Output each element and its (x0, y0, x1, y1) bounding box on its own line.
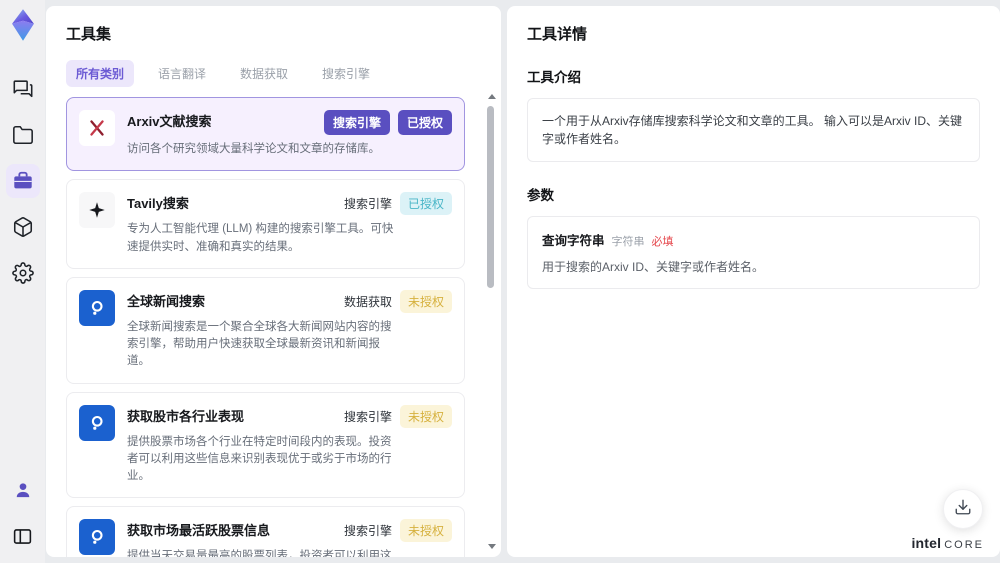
param-name: 查询字符串 (542, 234, 605, 248)
category-tabs: 所有类别 语言翻译 数据获取 搜索引擎 (66, 60, 479, 87)
tool-name: 全球新闻搜索 (127, 293, 206, 309)
nav-packages-button[interactable] (6, 210, 40, 244)
intel-core-logo: intel CORE (911, 535, 984, 551)
tool-name: Arxiv文献搜索 (127, 114, 212, 129)
tool-name: 获取股市各行业表现 (127, 408, 245, 424)
nav-panel-toggle-button[interactable] (6, 519, 40, 553)
tool-card-tavily[interactable]: Tavily搜索 搜索引擎 已授权 专为人工智能代理 (LLM) 构建的搜索引擎… (66, 179, 465, 269)
scroll-down-arrow-icon[interactable] (488, 544, 496, 549)
tool-description: 访问各个研究领域大量科学论文和文章的存储库。 (127, 143, 380, 155)
tool-description: 专为人工智能代理 (LLM) 构建的搜索引擎工具。可快速提供实时、准确和真实的结… (127, 223, 394, 253)
tool-description: 全球新闻搜索是一个聚合全球各大新闻网站内容的搜索引擎，帮助用户快速获取全球最新资… (127, 320, 392, 368)
tab-language-translation[interactable]: 语言翻译 (148, 60, 216, 87)
tool-category-label: 搜索引擎 (343, 409, 392, 424)
main-content: 工具集 所有类别 语言翻译 数据获取 搜索引擎 Arxiv文献搜索 搜索引擎 已… (45, 0, 1000, 563)
param-description: 用于搜索的Arxiv ID、关键字或作者姓名。 (542, 260, 765, 274)
param-type: 字符串 (611, 236, 645, 248)
tool-description: 提供当天交易量最高的股票列表，投资者可以利用这些信息来识别流动性强的股票和潜在的… (127, 550, 392, 557)
tool-detail-panel: 工具详情 工具介绍 一个用于从Arxiv存储库搜索科学论文和文章的工具。 输入可… (507, 6, 1000, 557)
tool-auth-badge: 已授权 (399, 192, 452, 216)
list-scrollbar (486, 94, 496, 551)
icon-rail (0, 0, 45, 563)
chat-icon (12, 78, 34, 100)
tool-auth-badge: 未授权 (399, 289, 452, 313)
sparkle-icon (79, 192, 115, 229)
tool-description: 提供股票市场各个行业在特定时间段内的表现。投资者可以利用这些信息来识别表现优于或… (127, 435, 392, 483)
tool-name: 获取市场最活跃股票信息 (127, 523, 271, 539)
download-icon (954, 498, 972, 521)
tool-card-arxiv[interactable]: Arxiv文献搜索 搜索引擎 已授权 访问各个研究领域大量科学论文和文章的存储库… (66, 97, 465, 172)
panel-toggle-icon (12, 526, 33, 547)
arxiv-logo-icon (79, 110, 115, 146)
gear-icon (11, 262, 34, 284)
news-search-app-icon (79, 289, 115, 326)
news-search-app-icon (79, 519, 115, 556)
param-box: 查询字符串 字符串 必填 用于搜索的Arxiv ID、关键字或作者姓名。 (527, 216, 980, 289)
intel-core-text: CORE (944, 539, 984, 551)
tool-list: Arxiv文献搜索 搜索引擎 已授权 访问各个研究领域大量科学论文和文章的存储库… (66, 97, 479, 557)
tool-category-badge: 搜索引擎 (323, 110, 390, 135)
user-icon (13, 480, 33, 500)
tab-all-categories[interactable]: 所有类别 (66, 60, 135, 87)
app-logo-icon (8, 8, 38, 42)
download-button[interactable] (943, 489, 983, 529)
tool-category-label: 搜索引擎 (343, 197, 392, 212)
tool-category-label: 数据获取 (343, 294, 392, 309)
intel-brand-text: intel (911, 535, 942, 551)
tool-card-global-news[interactable]: 全球新闻搜索 数据获取 未授权 全球新闻搜索是一个聚合全球各大新闻网站内容的搜索… (66, 276, 465, 384)
intro-text: 一个用于从Arxiv存储库搜索科学论文和文章的工具。 输入可以是Arxiv ID… (542, 114, 963, 146)
toolset-title: 工具集 (66, 26, 112, 43)
tool-category-label: 搜索引擎 (343, 524, 392, 539)
nav-settings-button[interactable] (6, 256, 40, 290)
tool-card-most-active-stocks[interactable]: 获取市场最活跃股票信息 搜索引擎 未授权 提供当天交易量最高的股票列表，投资者可… (66, 506, 465, 557)
package-icon (12, 216, 34, 238)
intro-box: 一个用于从Arxiv存储库搜索科学论文和文章的工具。 输入可以是Arxiv ID… (527, 98, 980, 162)
app-window: 工具集 所有类别 语言翻译 数据获取 搜索引擎 Arxiv文献搜索 搜索引擎 已… (0, 0, 1000, 563)
toolbox-icon (12, 170, 34, 192)
nav-user-button[interactable] (6, 473, 40, 507)
tool-card-sector-performance[interactable]: 获取股市各行业表现 搜索引擎 未授权 提供股票市场各个行业在特定时间段内的表现。… (66, 391, 465, 499)
param-required-flag: 必填 (651, 236, 674, 248)
tool-auth-badge: 未授权 (399, 519, 452, 543)
toolset-panel: 工具集 所有类别 语言翻译 数据获取 搜索引擎 Arxiv文献搜索 搜索引擎 已… (46, 6, 501, 557)
nav-toolbox-button[interactable] (5, 164, 40, 198)
tab-search-engine[interactable]: 搜索引擎 (312, 60, 380, 87)
params-heading: 参数 (527, 188, 554, 203)
detail-title: 工具详情 (527, 26, 588, 43)
scroll-up-arrow-icon[interactable] (488, 94, 496, 99)
news-search-app-icon (79, 404, 115, 441)
nav-chat-button[interactable] (6, 72, 40, 106)
tool-name: Tavily搜索 (127, 196, 189, 212)
nav-files-button[interactable] (6, 118, 40, 152)
tab-data-acquisition[interactable]: 数据获取 (230, 60, 298, 87)
scrollbar-thumb[interactable] (487, 106, 494, 288)
tool-auth-badge: 未授权 (399, 404, 452, 428)
intro-heading: 工具介绍 (527, 70, 581, 85)
folder-icon (12, 124, 34, 146)
tool-auth-badge: 已授权 (397, 110, 452, 135)
